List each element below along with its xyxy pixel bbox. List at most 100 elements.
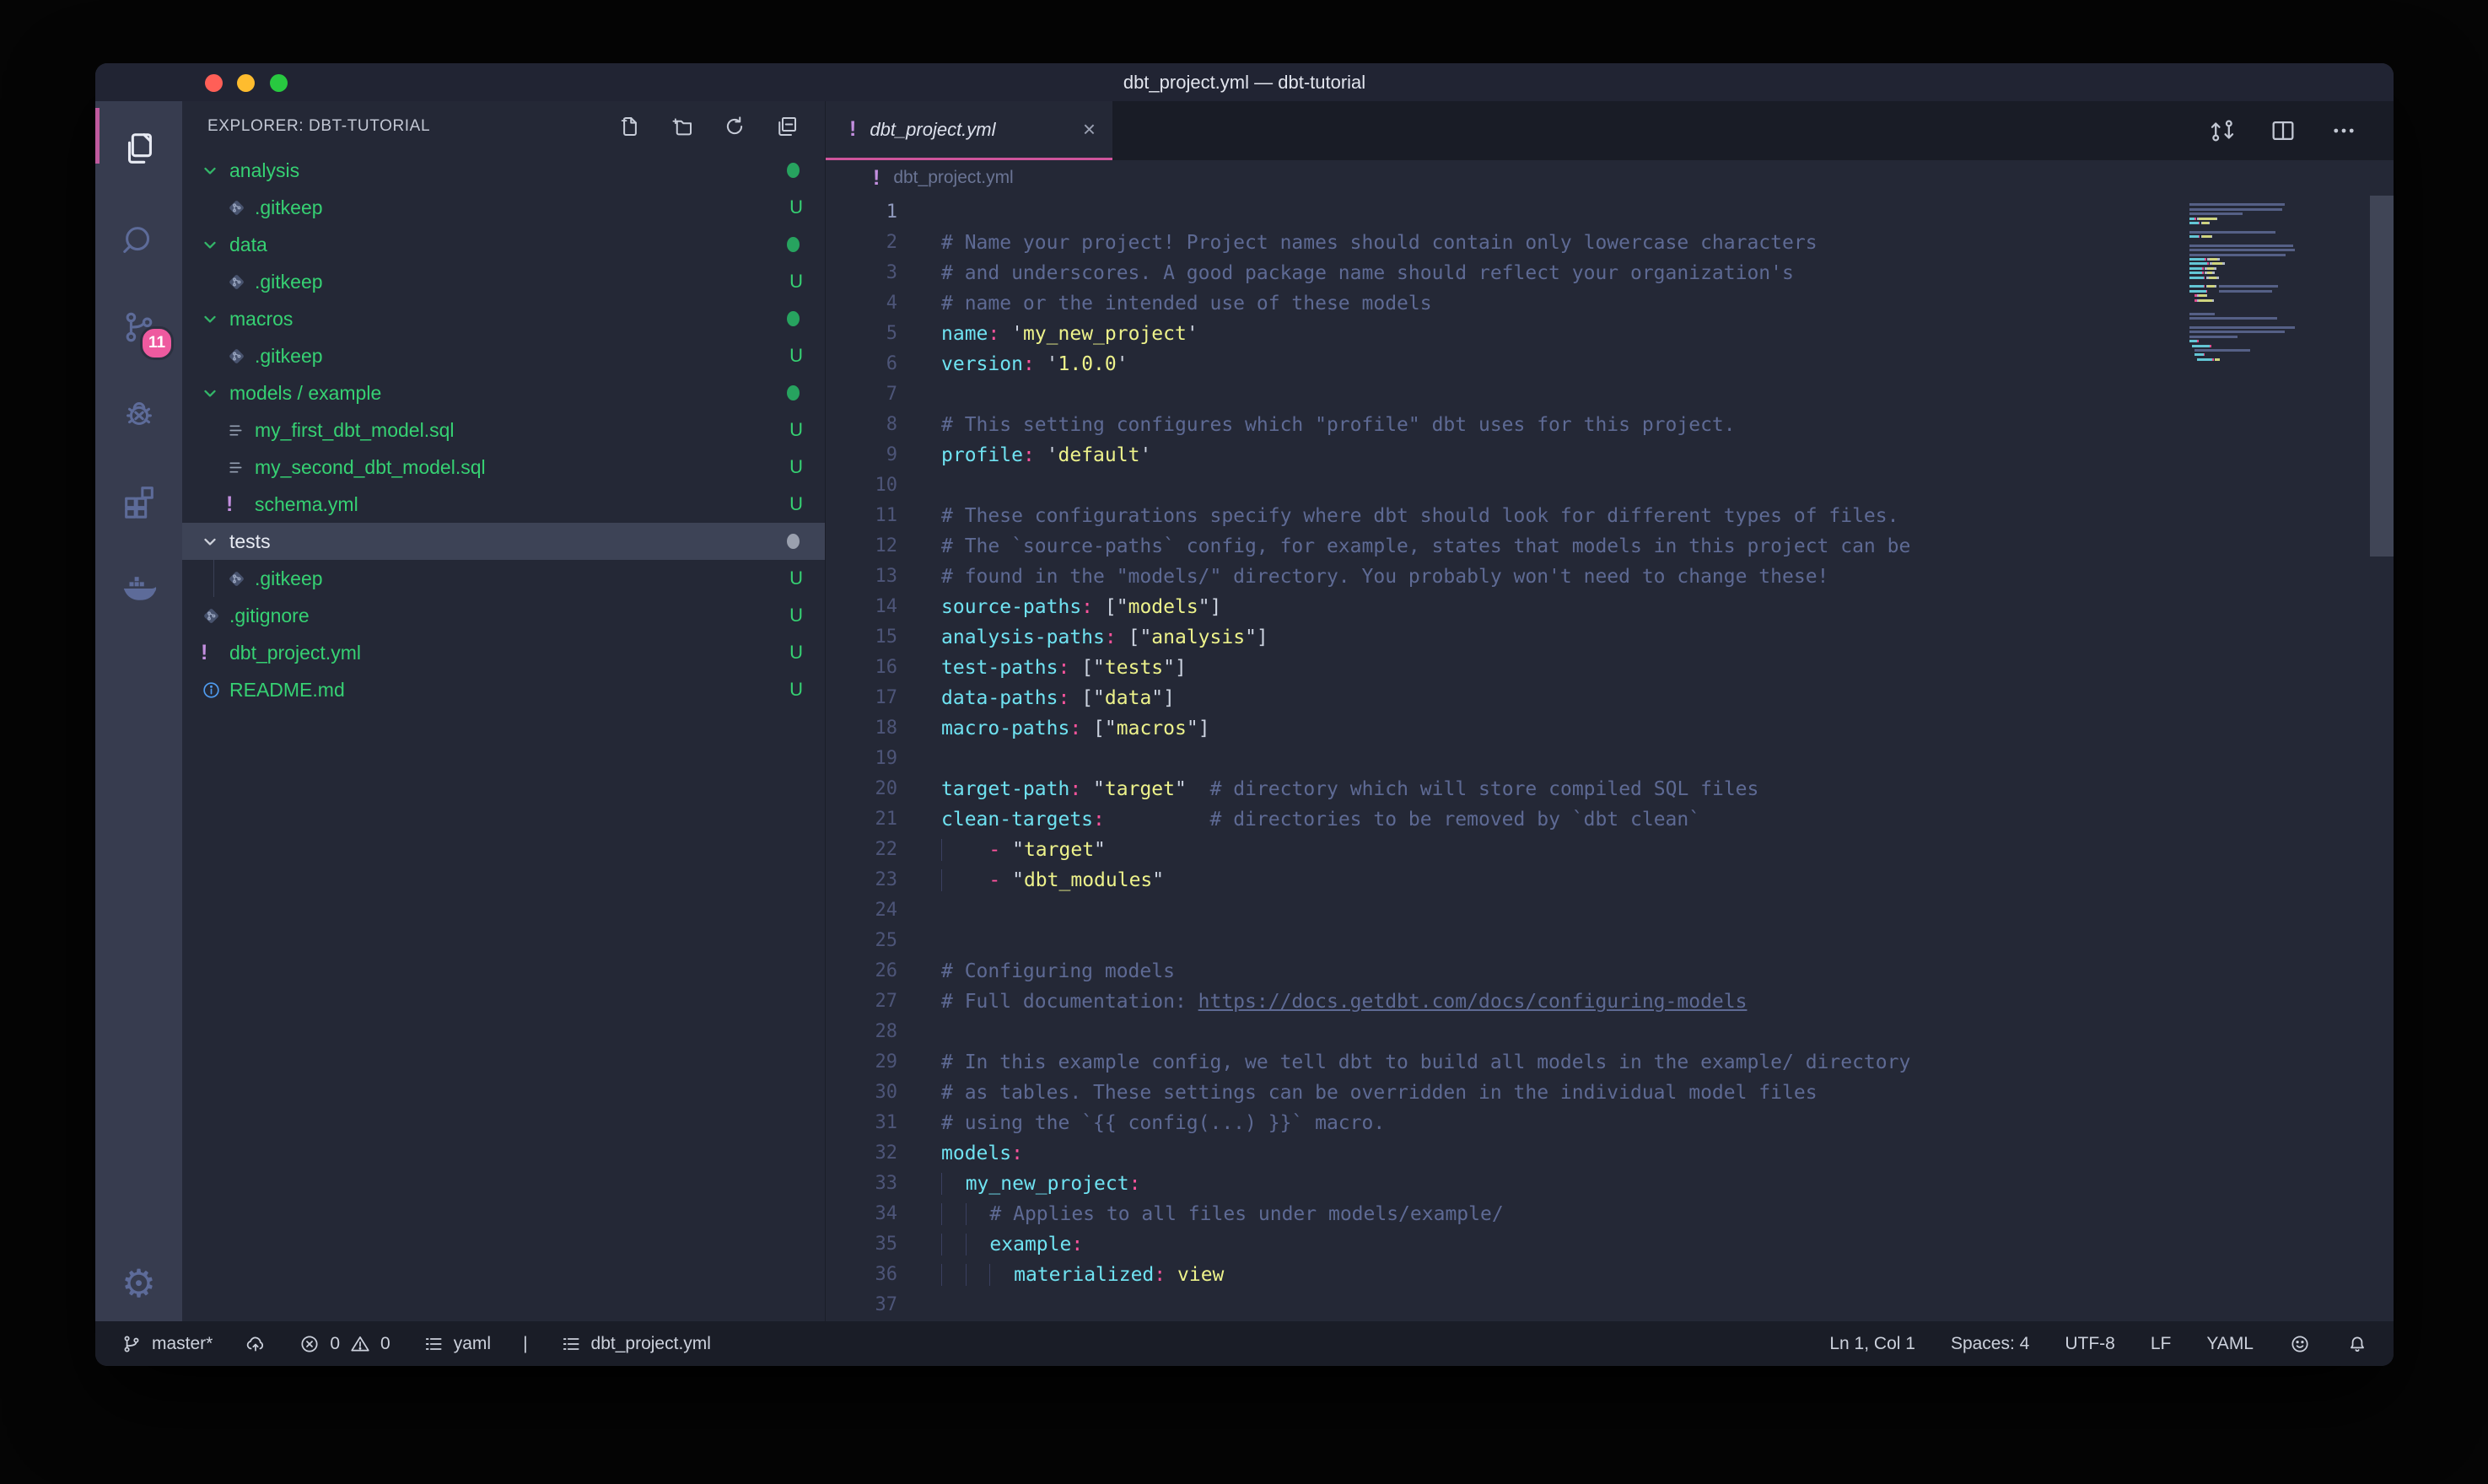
activity-explorer-button[interactable] [95,120,182,179]
code-line-6[interactable]: 6version: '1.0.0' [826,349,2183,379]
code-line-8[interactable]: 8# This setting configures which "profil… [826,410,2183,440]
code-line-18[interactable]: 18macro-paths: ["macros"] [826,713,2183,744]
code-line-13[interactable]: 13# found in the "models/" directory. Yo… [826,562,2183,592]
status-0[interactable]: 00 [299,1333,390,1355]
breadcrumb[interactable]: ! dbt_project.yml [826,160,2394,196]
code-line-22[interactable]: 22 - "target" [826,835,2183,865]
git-file-icon [226,568,255,589]
tree-file--gitkeep[interactable]: .gitkeepU [182,189,825,226]
status-dbt-project-yml[interactable]: dbt_project.yml [560,1333,711,1355]
code-line-9[interactable]: 9profile: 'default' [826,440,2183,470]
tree-file--gitignore[interactable]: .gitignoreU [182,597,825,634]
status-spaces-4[interactable]: Spaces: 4 [1951,1334,2029,1354]
status--[interactable]: | [523,1334,527,1354]
status-smiley[interactable] [2289,1333,2311,1355]
code-line-16[interactable]: 16test-paths: ["tests"] [826,653,2183,683]
code-line-37[interactable]: 37 [826,1290,2183,1320]
chevron-down-icon[interactable] [201,161,229,180]
tree-folder-macros[interactable]: macros [182,300,825,337]
tab-dbt-project-yml[interactable]: ! dbt_project.yml × [826,101,1112,160]
code-line-35[interactable]: 35 example: [826,1229,2183,1260]
code-line-12[interactable]: 12# The `source-paths` config, for examp… [826,531,2183,562]
code-line-2[interactable]: 2# Name your project! Project names shou… [826,228,2183,258]
tree-file-schema-yml[interactable]: !schema.ymlU [182,486,825,523]
status-cloud-upload[interactable] [245,1333,267,1355]
line-content: - "dbt_modules" [897,865,1164,895]
tree-file--gitkeep[interactable]: .gitkeepU [182,560,825,597]
code-line-1[interactable]: 1 [826,197,2183,228]
code-line-29[interactable]: 29# In this example config, we tell dbt … [826,1047,2183,1078]
status-ln-1-col-1[interactable]: Ln 1, Col 1 [1829,1334,1915,1354]
code-line-33[interactable]: 33 my_new_project: [826,1169,2183,1199]
code-line-28[interactable]: 28 [826,1017,2183,1047]
line-content [897,895,941,926]
debug-icon [120,395,159,433]
tree-file-my-first-dbt-model-sql[interactable]: my_first_dbt_model.sqlU [182,411,825,449]
chevron-down-icon[interactable] [201,532,229,551]
code-line-21[interactable]: 21clean-targets: # directories to be rem… [826,804,2183,835]
refresh-icon[interactable] [722,114,747,139]
status-yaml[interactable]: yaml [423,1333,491,1355]
minimap[interactable] [2189,199,2370,367]
activity-source-control-button[interactable]: 11 [95,298,182,357]
activity-settings-button[interactable]: ⚙ [95,1254,182,1313]
close-window-button[interactable] [205,74,223,92]
code-line-15[interactable]: 15analysis-paths: ["analysis"] [826,622,2183,653]
code-line-20[interactable]: 20target-path: "target" # directory whic… [826,774,2183,804]
code-line-4[interactable]: 4# name or the intended use of these mod… [826,288,2183,319]
tree-folder-analysis[interactable]: analysis [182,152,825,189]
more-actions-icon[interactable] [2329,116,2358,145]
code-line-14[interactable]: 14source-paths: ["models"] [826,592,2183,622]
close-tab-icon[interactable]: × [1083,116,1096,142]
code-line-3[interactable]: 3# and underscores. A good package name … [826,258,2183,288]
tree-file--gitkeep[interactable]: .gitkeepU [182,337,825,374]
code-line-17[interactable]: 17data-paths: ["data"] [826,683,2183,713]
activity-extensions-button[interactable] [95,472,182,531]
code-line-19[interactable]: 19 [826,744,2183,774]
code-line-5[interactable]: 5name: 'my_new_project' [826,319,2183,349]
code-line-32[interactable]: 32models: [826,1138,2183,1169]
zoom-window-button[interactable] [270,74,288,92]
code-line-24[interactable]: 24 [826,895,2183,926]
activity-search-button[interactable] [95,211,182,270]
status-bell[interactable] [2346,1333,2368,1355]
code-line-31[interactable]: 31# using the `{{ config(...) }}` macro. [826,1108,2183,1138]
chevron-down-icon[interactable] [201,384,229,402]
status-master-[interactable]: master* [121,1333,213,1355]
new-folder-icon[interactable] [670,114,695,139]
code-line-10[interactable]: 10 [826,470,2183,501]
status-lf[interactable]: LF [2151,1334,2172,1354]
tree-file-my-second-dbt-model-sql[interactable]: my_second_dbt_model.sqlU [182,449,825,486]
split-icon[interactable] [2269,116,2297,145]
activity-debug-button[interactable] [95,384,182,444]
tree-file-readme-md[interactable]: README.mdU [182,671,825,708]
code-line-26[interactable]: 26# Configuring models [826,956,2183,987]
code-line-11[interactable]: 11# These configurations specify where d… [826,501,2183,531]
tree-file--gitkeep[interactable]: .gitkeepU [182,263,825,300]
code-line-36[interactable]: 36 materialized: view [826,1260,2183,1290]
code-line-27[interactable]: 27# Full documentation: https://docs.get… [826,987,2183,1017]
title-bar[interactable]: dbt_project.yml — dbt-tutorial [95,63,2394,101]
status-yaml[interactable]: YAML [2206,1334,2254,1354]
code-line-7[interactable]: 7 [826,379,2183,410]
new-file-icon[interactable] [617,114,643,139]
code-line-25[interactable]: 25 [826,926,2183,956]
tree-folder-data[interactable]: data [182,226,825,263]
compare-icon[interactable] [2208,116,2237,145]
scrollbar-thumb[interactable] [2370,196,2394,556]
chevron-down-icon[interactable] [201,309,229,328]
tree-file-dbt-project-yml[interactable]: !dbt_project.ymlU [182,634,825,671]
code-line-23[interactable]: 23 - "dbt_modules" [826,865,2183,895]
chevron-down-icon[interactable] [201,235,229,254]
tree-folder-tests[interactable]: tests [182,523,825,560]
tree-folder-models-example[interactable]: models / example [182,374,825,411]
code-editor[interactable]: 12# Name your project! Project names sho… [826,196,2394,1321]
minimize-window-button[interactable] [237,74,255,92]
collapse-all-icon[interactable] [774,114,800,139]
code-line-30[interactable]: 30# as tables. These settings can be ove… [826,1078,2183,1108]
vertical-scrollbar[interactable] [2370,196,2394,1321]
status-utf-8[interactable]: UTF-8 [2065,1334,2115,1354]
git-untracked-badge: U [789,567,803,589]
code-line-34[interactable]: 34 # Applies to all files under models/e… [826,1199,2183,1229]
activity-docker-button[interactable] [95,559,182,618]
